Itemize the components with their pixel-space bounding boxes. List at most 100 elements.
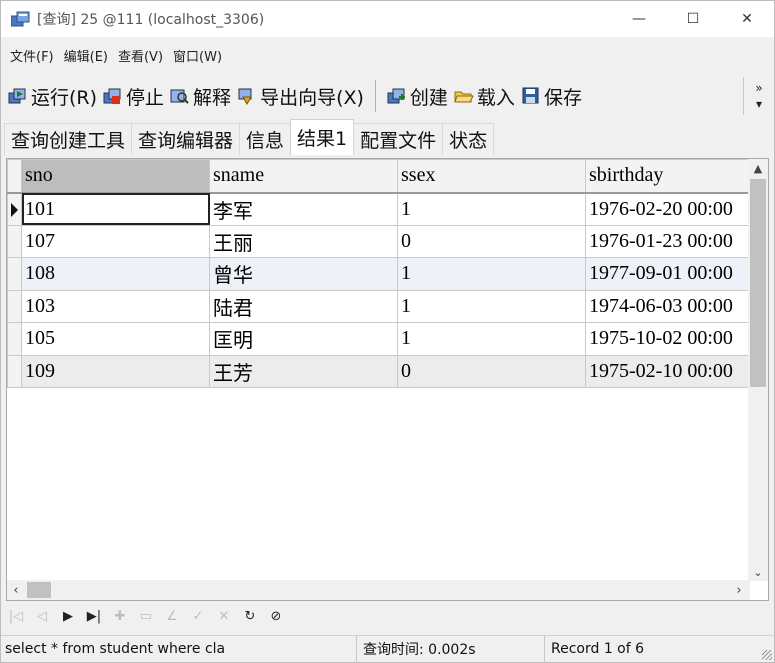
scroll-up-icon[interactable]: ▲ bbox=[748, 159, 768, 177]
folder-open-icon bbox=[454, 87, 474, 105]
menu-bar: 文件(F) 编辑(E) 查看(V) 窗口(W) bbox=[1, 41, 227, 69]
close-button[interactable]: ✕ bbox=[720, 1, 774, 37]
refresh-icon[interactable]: ↻ bbox=[239, 605, 261, 627]
scroll-down-icon[interactable]: ⌄ bbox=[748, 563, 768, 581]
table-cell[interactable]: 1976-02-20 00:00 bbox=[585, 192, 756, 226]
window-title: [查询] 25 @111 (localhost_3306) bbox=[37, 12, 265, 28]
scroll-right-icon[interactable]: › bbox=[730, 580, 748, 600]
current-row-arrow-icon bbox=[11, 202, 18, 217]
vertical-scrollbar[interactable]: ▲ ⌄ bbox=[748, 159, 768, 581]
row-indicator[interactable] bbox=[7, 322, 22, 356]
insert-record-icon[interactable]: ✚ bbox=[109, 605, 131, 627]
tab-profile[interactable]: 配置文件 bbox=[353, 123, 444, 155]
table-cell[interactable]: 陆君 bbox=[209, 289, 398, 323]
table-cell[interactable]: 1 bbox=[397, 322, 586, 356]
table-row[interactable]: 107 王丽 0 1976-01-23 00:00 bbox=[7, 224, 756, 258]
explain-button[interactable]: 解释 bbox=[167, 79, 234, 113]
tab-result1[interactable]: 结果1 bbox=[290, 119, 355, 155]
query-window: [查询] 25 @111 (localhost_3306) — ☐ ✕ 文件(F… bbox=[0, 0, 775, 663]
toolbar-divider bbox=[743, 77, 744, 115]
table-cell[interactable]: 匡明 bbox=[209, 322, 398, 356]
row-indicator[interactable] bbox=[7, 289, 22, 323]
tab-info[interactable]: 信息 bbox=[239, 123, 292, 155]
first-record-icon[interactable]: |◁ bbox=[5, 605, 27, 627]
result-grid: sno sname ssex sbirthday 101 李军 1 1976-0… bbox=[6, 158, 769, 601]
record-navigator: |◁ ◁ ▶ ▶| ✚ ▭ ∠ ✓ ✕ ↻ ⊘ bbox=[5, 604, 291, 628]
horizontal-scroll-thumb[interactable] bbox=[27, 582, 51, 598]
post-edit-icon[interactable]: ✓ bbox=[187, 605, 209, 627]
menu-window[interactable]: 窗口(W) bbox=[168, 44, 227, 67]
menu-view[interactable]: 查看(V) bbox=[113, 44, 168, 67]
title-bar: [查询] 25 @111 (localhost_3306) — ☐ ✕ bbox=[1, 1, 774, 37]
table-cell[interactable]: 1974-06-03 00:00 bbox=[585, 289, 756, 323]
table-cell[interactable]: 101 bbox=[21, 192, 210, 226]
table-cell[interactable]: 1976-01-23 00:00 bbox=[585, 224, 756, 258]
menu-edit[interactable]: 编辑(E) bbox=[59, 44, 113, 67]
table-cell[interactable]: 1 bbox=[397, 192, 586, 226]
table-row[interactable]: 103 陆君 1 1974-06-03 00:00 bbox=[7, 289, 756, 323]
chevron-down-icon: ▾ bbox=[755, 97, 763, 111]
table-cell[interactable]: 李军 bbox=[209, 192, 398, 226]
run-icon bbox=[8, 87, 28, 105]
table-row[interactable]: 108 曾华 1 1977-09-01 00:00 bbox=[7, 257, 756, 291]
row-indicator[interactable] bbox=[7, 354, 22, 388]
last-record-icon[interactable]: ▶| bbox=[83, 605, 105, 627]
cancel-edit-icon[interactable]: ✕ bbox=[213, 605, 235, 627]
result-table: sno sname ssex sbirthday 101 李军 1 1976-0… bbox=[7, 159, 756, 388]
prior-record-icon[interactable]: ◁ bbox=[31, 605, 53, 627]
tab-query-builder[interactable]: 查询创建工具 bbox=[4, 123, 133, 155]
table-cell[interactable]: 109 bbox=[21, 354, 210, 388]
table-cell[interactable]: 0 bbox=[397, 224, 586, 258]
stop-button[interactable]: 停止 bbox=[100, 79, 167, 113]
column-header-sno[interactable]: sno bbox=[21, 159, 210, 194]
table-cell[interactable]: 1 bbox=[397, 257, 586, 291]
table-cell[interactable]: 108 bbox=[21, 257, 210, 291]
table-row[interactable]: 109 王芳 0 1975-02-10 00:00 bbox=[7, 354, 756, 388]
toolbar-overflow-button[interactable]: » ▾ bbox=[750, 73, 768, 119]
column-header-sname[interactable]: sname bbox=[209, 159, 398, 194]
table-cell[interactable]: 曾华 bbox=[209, 257, 398, 291]
table-row[interactable]: 101 李军 1 1976-02-20 00:00 bbox=[7, 192, 756, 226]
vertical-scroll-thumb[interactable] bbox=[750, 179, 766, 387]
menu-file[interactable]: 文件(F) bbox=[5, 44, 59, 67]
status-sql: select * from student where cla bbox=[1, 635, 357, 663]
maximize-button[interactable]: ☐ bbox=[666, 1, 720, 37]
column-header-sbirthday[interactable]: sbirthday bbox=[585, 159, 756, 194]
table-cell[interactable]: 1 bbox=[397, 289, 586, 323]
resize-grip-icon[interactable] bbox=[762, 650, 772, 660]
row-indicator[interactable] bbox=[7, 224, 22, 258]
scroll-left-icon[interactable]: ‹ bbox=[7, 580, 25, 600]
stop-query-icon bbox=[103, 87, 123, 105]
create-button[interactable]: 创建 bbox=[384, 79, 451, 113]
column-header-ssex[interactable]: ssex bbox=[397, 159, 586, 194]
table-cell[interactable]: 王芳 bbox=[209, 354, 398, 388]
toolbar-separator bbox=[374, 80, 376, 112]
table-cell[interactable]: 107 bbox=[21, 224, 210, 258]
table-cell[interactable]: 1977-09-01 00:00 bbox=[585, 257, 756, 291]
row-indicator[interactable] bbox=[7, 192, 22, 226]
status-record: Record 1 of 6 bbox=[551, 641, 645, 657]
tab-status[interactable]: 状态 bbox=[442, 123, 495, 155]
stop-icon[interactable]: ⊘ bbox=[265, 605, 287, 627]
load-button[interactable]: 载入 bbox=[451, 79, 518, 113]
delete-record-icon[interactable]: ▭ bbox=[135, 605, 157, 627]
table-cell[interactable]: 1975-10-02 00:00 bbox=[585, 322, 756, 356]
table-cell[interactable]: 103 bbox=[21, 289, 210, 323]
table-cell[interactable]: 0 bbox=[397, 354, 586, 388]
run-button[interactable]: 运行(R) bbox=[5, 79, 100, 113]
horizontal-scrollbar[interactable]: ‹ › bbox=[7, 580, 750, 600]
row-indicator[interactable] bbox=[7, 257, 22, 291]
tab-strip: 查询创建工具 查询编辑器 信息 结果1 配置文件 状态 bbox=[1, 119, 495, 155]
table-cell[interactable]: 王丽 bbox=[209, 224, 398, 258]
save-button[interactable]: 保存 bbox=[518, 79, 585, 113]
table-cell[interactable]: 1975-02-10 00:00 bbox=[585, 354, 756, 388]
next-record-icon[interactable]: ▶ bbox=[57, 605, 79, 627]
table-cell[interactable]: 105 bbox=[21, 322, 210, 356]
create-icon bbox=[387, 87, 407, 105]
header-row: sno sname ssex sbirthday bbox=[7, 159, 756, 194]
minimize-button[interactable]: — bbox=[612, 1, 666, 37]
edit-record-icon[interactable]: ∠ bbox=[161, 605, 183, 627]
export-wizard-button[interactable]: 导出向导(X) bbox=[234, 79, 367, 113]
tab-query-editor[interactable]: 查询编辑器 bbox=[131, 123, 241, 155]
table-row[interactable]: 105 匡明 1 1975-10-02 00:00 bbox=[7, 322, 756, 356]
